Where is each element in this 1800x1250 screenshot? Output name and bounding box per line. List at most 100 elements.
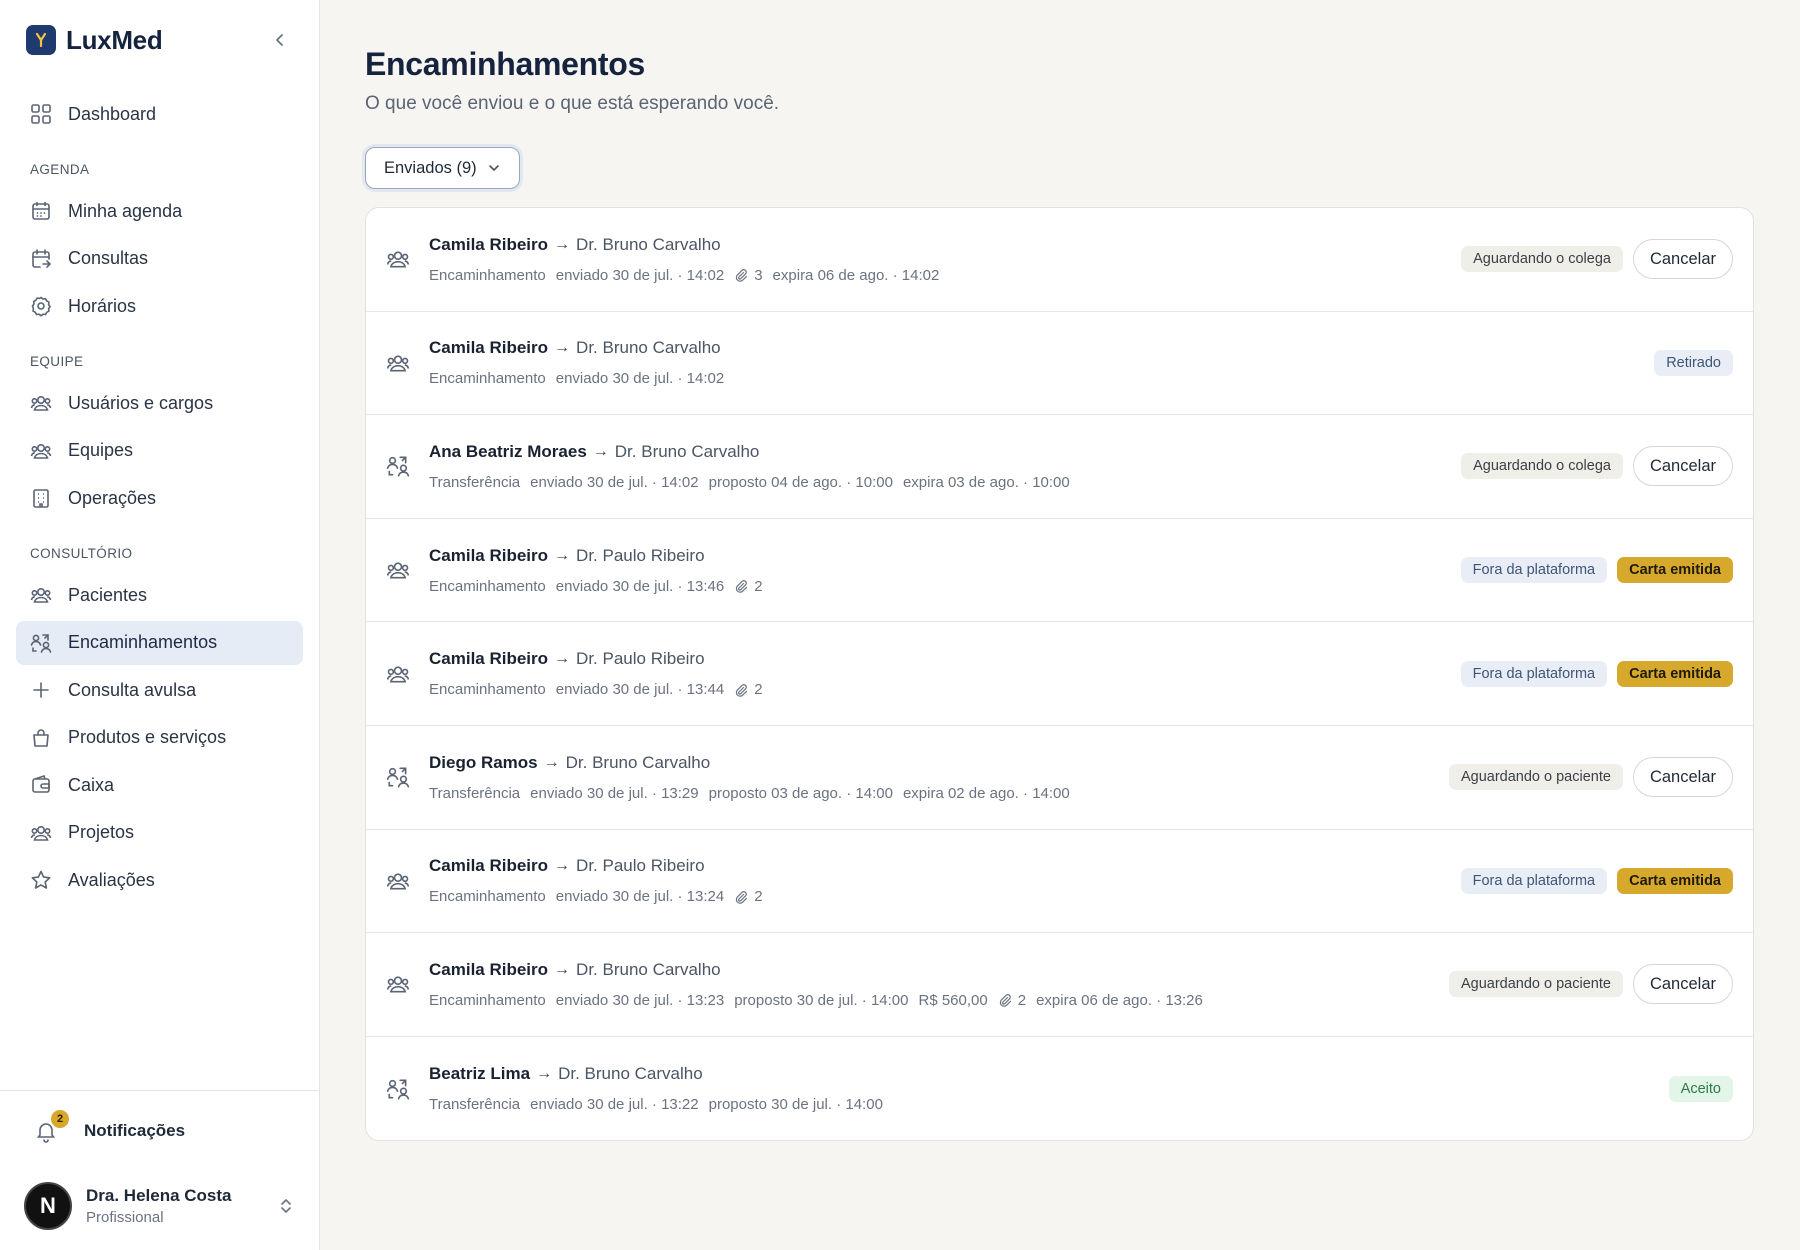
sidebar-item-pacientes[interactable]: Pacientes [16,573,303,617]
attachment-count-value: 2 [1017,991,1027,1009]
user-name: Dra. Helena Costa [86,1186,232,1205]
shopping-bag-icon [33,728,49,747]
sidebar-item-label: Usuários e cargos [68,392,214,413]
referral-to: Dr. Paulo Ribeiro [576,545,705,565]
sidebar-item-minha-agenda[interactable]: Minha agenda [16,189,303,233]
referral-expires: expira 06 de ago. · 13:26 [1036,991,1203,1009]
notifications-button[interactable]: 2 Notificações [0,1091,319,1171]
sidebar-item-operacoes[interactable]: Operações [16,476,303,520]
referral-from: Diego Ramos [429,752,538,772]
users-icon [386,662,410,686]
sidebar: LuxMed Dashboard AGENDA Minha agenda Con… [0,0,320,1250]
referral-expires: expira 03 de ago. · 10:00 [902,473,1070,491]
sidebar-item-equipes[interactable]: Equipes [16,429,303,473]
referral-row-8[interactable]: Camila Ribeiro → Dr. Bruno Carvalho Enca… [366,933,1753,1037]
users-icon [30,443,52,459]
bell-icon: 2 [34,1110,69,1143]
referral-row-9[interactable]: Beatriz Lima → Dr. Bruno Carvalho Transf… [366,1037,1753,1141]
collapse-sidebar-button[interactable] [267,27,293,53]
status-badge: Aguardando o paciente [1448,764,1623,791]
status-badge: Aceito [1668,1075,1733,1102]
referral-sent: enviado 30 de jul. · 14:02 [555,370,725,388]
status-badge: Carta emitida [1617,557,1733,584]
sidebar-item-label: Dashboard [68,103,157,124]
referral-row-body: Camila Ribeiro → Dr. Paulo Ribeiro Encam… [429,546,1461,595]
sidebar-item-horarios[interactable]: Horários [16,284,303,328]
section-agenda: AGENDA [30,162,90,177]
referral-row-3[interactable]: Ana Beatriz Moraes → Dr. Bruno Carvalho … [366,415,1753,519]
sidebar-item-avaliacoes[interactable]: Avaliações [16,858,303,902]
paperclip-icon [736,269,748,283]
brand-logo-icon [26,25,56,55]
filter-dropdown-label: Enviados (9) [384,158,477,177]
user-transfer-icon [386,454,410,478]
referral-row-7[interactable]: Camila Ribeiro → Dr. Paulo Ribeiro Encam… [366,830,1753,934]
referral-row-body: Camila Ribeiro → Dr. Bruno Carvalho Enca… [429,960,1449,1009]
arrow-right-icon: → [543,753,560,771]
referral-meta: Encaminhamento enviado 30 de jul. · 13:44… [429,681,1461,698]
users-icon [386,869,410,893]
referral-expires: expira 02 de ago. · 14:00 [902,784,1070,802]
main-content: Encaminhamentos O que você enviou e o qu… [320,0,1800,1250]
referral-actions: Aguardando o colega Cancelar [1461,446,1733,487]
brand-name: LuxMed [66,24,163,55]
referral-title: Camila Ribeiro → Dr. Paulo Ribeiro [429,649,1461,669]
referral-title: Camila Ribeiro → Dr. Bruno Carvalho [429,960,1449,980]
referral-title: Camila Ribeiro → Dr. Bruno Carvalho [429,338,1654,358]
referral-row-5[interactable]: Camila Ribeiro → Dr. Paulo Ribeiro Encam… [366,622,1753,726]
sidebar-item-label: Projetos [68,822,135,842]
sidebar-item-dashboard[interactable]: Dashboard [16,92,303,136]
referral-meta: Encaminhamento enviado 30 de jul. · 14:02 [429,370,1654,387]
referral-title: Camila Ribeiro → Dr. Paulo Ribeiro [429,856,1461,876]
cancel-button[interactable]: Cancelar [1632,446,1733,487]
referral-list: Camila Ribeiro → Dr. Bruno Carvalho Enca… [365,207,1754,1142]
referral-actions: Aguardando o paciente Cancelar [1448,964,1733,1005]
sidebar-item-consultas[interactable]: Consultas [16,237,303,281]
sidebar-item-produtos[interactable]: Produtos e serviços [16,716,303,760]
sidebar-item-label: Pacientes [68,584,148,605]
cancel-button[interactable]: Cancelar [1632,757,1733,798]
referral-to: Dr. Bruno Carvalho [576,959,721,979]
paperclip-icon [736,683,748,697]
referral-row-6[interactable]: Diego Ramos → Dr. Bruno Carvalho Transfe… [366,726,1753,830]
sidebar-item-consulta-avulsa[interactable]: Consulta avulsa [16,668,303,712]
status-badge: Aguardando o paciente [1448,971,1623,998]
cancel-button[interactable]: Cancelar [1632,239,1733,280]
attachment-count-value: 2 [754,577,763,595]
referral-meta: Transferência enviado 30 de jul. · 13:22 p… [429,1096,1669,1113]
referral-actions: Fora da plataforma Carta emitida [1460,867,1733,894]
referral-row-body: Camila Ribeiro → Dr. Bruno Carvalho Enca… [429,235,1461,284]
referral-row-body: Ana Beatriz Moraes → Dr. Bruno Carvalho … [429,442,1461,491]
referral-actions: Fora da plataforma Carta emitida [1460,660,1733,687]
referral-type: Encaminhamento [429,577,546,595]
referral-row-1[interactable]: Camila Ribeiro → Dr. Bruno Carvalho Enca… [366,208,1753,312]
sidebar-item-label: Equipes [68,440,134,460]
referral-from: Camila Ribeiro [429,338,549,358]
building-icon [33,489,49,508]
brand: LuxMed [0,0,319,80]
sidebar-item-projetos[interactable]: Projetos [16,811,303,855]
user-menu[interactable]: N Dra. Helena Costa Profissional [0,1171,319,1241]
referral-from: Camila Ribeiro [429,234,549,254]
referral-row-4[interactable]: Camila Ribeiro → Dr. Paulo Ribeiro Encam… [366,519,1753,623]
arrow-right-icon: → [536,1065,553,1083]
arrow-right-icon: → [554,339,571,357]
user-transfer-icon [30,633,52,653]
sidebar-item-caixa[interactable]: Caixa [16,763,303,807]
referral-row-2[interactable]: Camila Ribeiro → Dr. Bruno Carvalho Enca… [366,312,1753,416]
cancel-button[interactable]: Cancelar [1632,964,1733,1005]
chevron-up-down-icon [281,1199,291,1213]
referral-to: Dr. Paulo Ribeiro [576,649,705,669]
sidebar-item-usuarios[interactable]: Usuários e cargos [16,381,303,425]
user-transfer-icon [386,1077,410,1101]
section-consultorio: CONSULTÓRIO [30,546,133,561]
referral-to: Dr. Bruno Carvalho [558,1064,703,1084]
attachment-count: 2 [734,681,763,698]
referral-type: Encaminhamento [429,991,546,1009]
users-icon [30,588,52,603]
users-icon [386,972,410,996]
sidebar-item-encaminhamentos[interactable]: Encaminhamentos [16,620,303,665]
filter-dropdown[interactable]: Enviados (9) [365,147,520,189]
sidebar-item-label: Horários [68,295,137,316]
referral-row-body: Diego Ramos → Dr. Bruno Carvalho Transfe… [429,753,1449,802]
